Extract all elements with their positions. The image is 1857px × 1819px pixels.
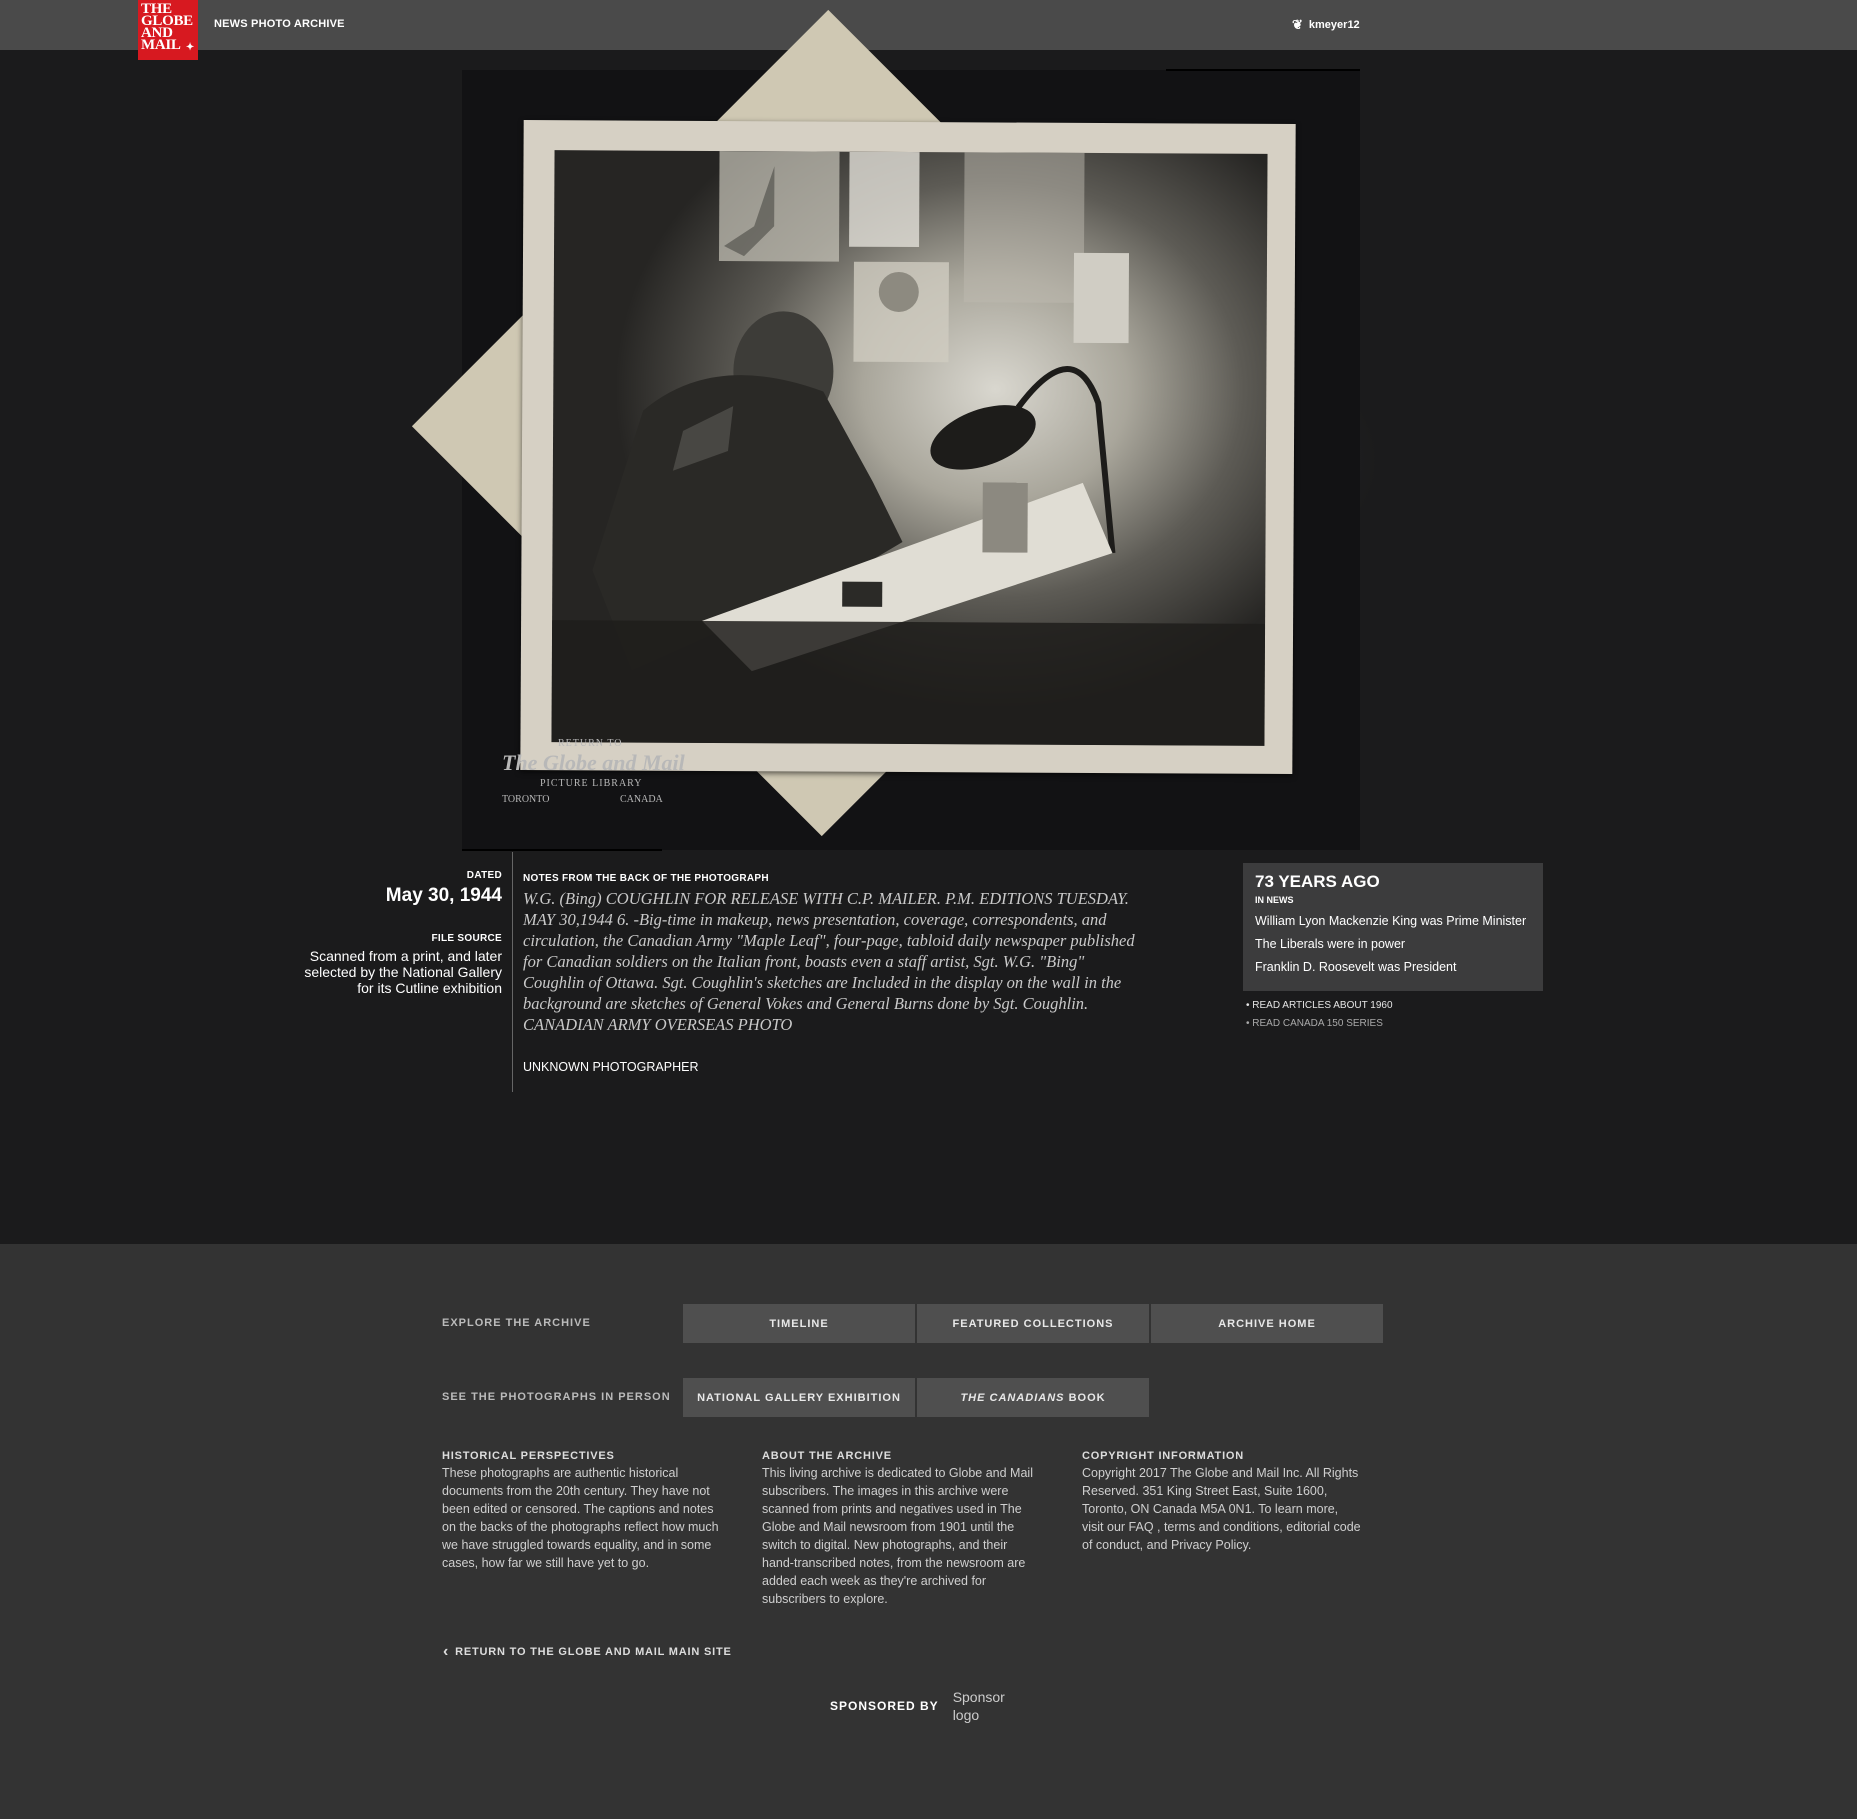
in-person-label: SEE THE PHOTOGRAPHS IN PERSON bbox=[442, 1391, 671, 1403]
username: kmeyer12 bbox=[1308, 19, 1360, 31]
chevron-left-icon: ‹ bbox=[443, 1643, 450, 1660]
column-heading: ABOUT THE ARCHIVE bbox=[762, 1450, 892, 1462]
photo-notes: NOTES FROM THE BACK OF THE PHOTOGRAPH W.… bbox=[523, 873, 1138, 1074]
timeline-button[interactable]: TIMELINE bbox=[683, 1304, 915, 1343]
years-ago-fact: William Lyon Mackenzie King was Prime Mi… bbox=[1255, 914, 1527, 928]
book-label: BOOK bbox=[1068, 1391, 1106, 1404]
years-ago-fact: The Liberals were in power bbox=[1255, 937, 1406, 951]
divider bbox=[512, 852, 513, 1092]
featured-collections-button[interactable]: FEATURED COLLECTIONS bbox=[917, 1304, 1149, 1343]
national-gallery-button[interactable]: NATIONAL GALLERY EXHIBITION bbox=[683, 1378, 915, 1417]
photo-date: May 30, 1944 bbox=[385, 885, 502, 906]
years-ago-fact: Franklin D. Roosevelt was President bbox=[1255, 960, 1457, 974]
stamp-library: PICTURE LIBRARY bbox=[540, 778, 643, 789]
archive-home-button[interactable]: ARCHIVE HOME bbox=[1151, 1304, 1383, 1343]
about-the-archive: ABOUT THE ARCHIVE This living archive is… bbox=[762, 1450, 1042, 1608]
top-bar: THE GLOBE AND MAIL ✦ NEWS PHOTO ARCHIVE … bbox=[0, 0, 1857, 60]
file-source: Scanned from a print, and later selected… bbox=[304, 948, 502, 996]
section-title[interactable]: NEWS PHOTO ARCHIVE bbox=[214, 18, 345, 30]
maple-leaf-icon: ❦ bbox=[1292, 17, 1303, 32]
photo-metadata: DATED May 30, 1944 FILE SOURCE Scanned f… bbox=[290, 870, 502, 996]
return-label: RETURN TO THE GLOBE AND MAIL MAIN SITE bbox=[455, 1646, 732, 1658]
column-text: Copyright 2017 The Globe and Mail Inc. A… bbox=[1082, 1466, 1361, 1552]
sponsor-logo[interactable]: Sponsor logo bbox=[953, 1688, 1013, 1724]
column-heading: HISTORICAL PERSPECTIVES bbox=[442, 1450, 615, 1462]
canadians-book-button[interactable]: THE CANADIANS BOOK bbox=[917, 1378, 1149, 1417]
photo-viewer: RETURN TO The Globe and Mail PICTURE LIB… bbox=[370, 9, 1490, 851]
photograph-image bbox=[551, 151, 1266, 746]
column-heading: COPYRIGHT INFORMATION bbox=[1082, 1450, 1245, 1462]
photo-underline bbox=[462, 849, 662, 851]
stamp-paper-name: The Globe and Mail bbox=[502, 750, 685, 775]
sponsor-block: SPONSORED BY Sponsor logo bbox=[830, 1688, 1013, 1724]
stamp-return-to: RETURN TO bbox=[558, 738, 623, 749]
years-ago-links: • READ ARTICLES ABOUT 1960 • READ CANADA… bbox=[1246, 1000, 1393, 1036]
globe-and-mail-logo[interactable]: THE GLOBE AND MAIL ✦ bbox=[138, 0, 198, 60]
dated-label: DATED bbox=[466, 870, 502, 881]
maple-leaf-icon: ✦ bbox=[185, 42, 194, 53]
read-canada-150-link[interactable]: • READ CANADA 150 SERIES bbox=[1246, 1018, 1393, 1029]
photo-print[interactable] bbox=[520, 119, 1296, 775]
notes-label: NOTES FROM THE BACK OF THE PHOTOGRAPH bbox=[523, 873, 769, 884]
explore-label: EXPLORE THE ARCHIVE bbox=[442, 1317, 591, 1329]
historical-perspectives: HISTORICAL PERSPECTIVES These photograph… bbox=[442, 1450, 722, 1572]
archive-photograph bbox=[551, 150, 1268, 746]
years-ago-title: 73 YEARS AGO bbox=[1255, 872, 1380, 891]
stamp-city: TORONTO bbox=[502, 794, 550, 805]
stamp-country: CANADA bbox=[620, 794, 663, 805]
link-label: READ ARTICLES ABOUT 1960 bbox=[1252, 1000, 1393, 1011]
photographer: UNKNOWN PHOTOGRAPHER bbox=[523, 1060, 699, 1074]
years-ago-panel: 73 YEARS AGO IN NEWS William Lyon Macken… bbox=[1243, 863, 1543, 991]
user-menu[interactable]: ❦ kmeyer12 bbox=[1292, 17, 1360, 33]
read-articles-link[interactable]: • READ ARTICLES ABOUT 1960 bbox=[1246, 1000, 1393, 1011]
notes-text: W.G. (Bing) COUGHLIN FOR RELEASE WITH C.… bbox=[523, 889, 1135, 1034]
link-label: READ CANADA 150 SERIES bbox=[1252, 1018, 1383, 1029]
return-main-site-link[interactable]: ‹ RETURN TO THE GLOBE AND MAIL MAIN SITE bbox=[443, 1643, 732, 1661]
scan-edge-line bbox=[1166, 69, 1360, 71]
sponsored-by-label: SPONSORED BY bbox=[830, 1699, 939, 1713]
column-text: These photographs are authentic historic… bbox=[442, 1466, 719, 1570]
column-text: This living archive is dedicated to Glob… bbox=[762, 1466, 1033, 1606]
copyright-information: COPYRIGHT INFORMATION Copyright 2017 The… bbox=[1082, 1450, 1362, 1554]
years-ago-subtitle: IN NEWS bbox=[1255, 895, 1294, 905]
file-source-label: FILE SOURCE bbox=[431, 933, 502, 944]
book-title: THE CANADIANS bbox=[960, 1391, 1065, 1404]
